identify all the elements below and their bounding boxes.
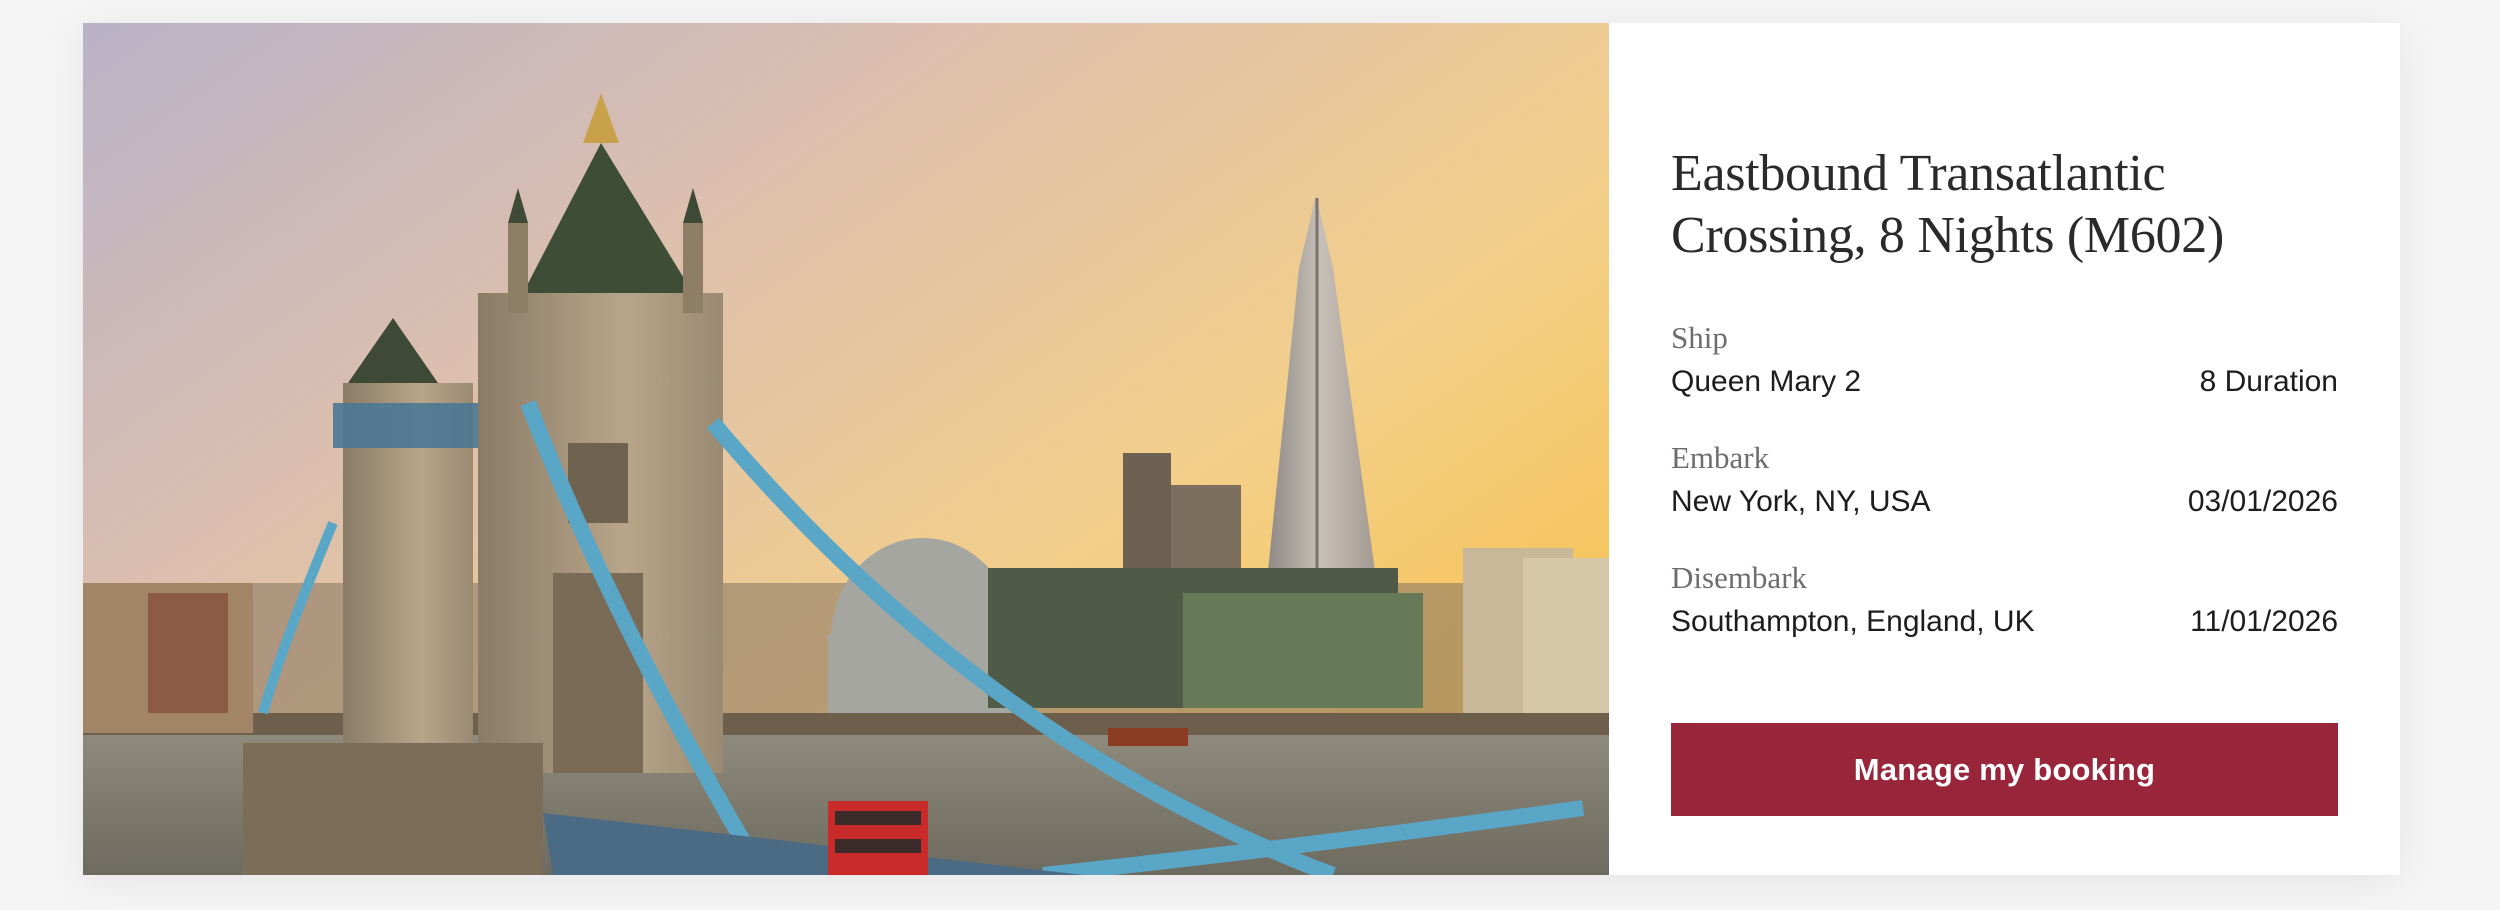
ship-value: Queen Mary 2 [1671, 365, 1862, 398]
duration-value: 8 Duration [2199, 365, 2338, 398]
ship-row: Queen Mary 2 8 Duration [1671, 363, 2338, 401]
manage-booking-button[interactable]: Manage my booking [1671, 723, 2338, 816]
embark-value: New York, NY, USA [1671, 485, 1931, 518]
embark-date: 03/01/2026 [2187, 485, 2338, 518]
disembark-row: Southampton, England, UK 11/01/2026 [1671, 603, 2338, 641]
booking-details: Eastbound Transatlantic Crossing, 8 Nigh… [1609, 23, 2400, 875]
embark-field: Embark New York, NY, USA 03/01/2026 [1671, 439, 2338, 521]
booking-card: Eastbound Transatlantic Crossing, 8 Nigh… [83, 23, 2400, 875]
embark-label: Embark [1671, 440, 1770, 475]
disembark-field: Disembark Southampton, England, UK 11/01… [1671, 559, 2338, 641]
disembark-value: Southampton, England, UK [1671, 605, 2035, 638]
hero-image [83, 23, 1609, 875]
disembark-label: Disembark [1671, 560, 1808, 595]
disembark-date: 11/01/2026 [2190, 605, 2338, 638]
cruise-title: Eastbound Transatlantic Crossing, 8 Nigh… [1671, 145, 2224, 264]
ship-label: Ship [1671, 320, 1728, 355]
ship-field: Ship Queen Mary 2 8 Duration [1671, 319, 2338, 401]
tower-bridge-photo [83, 23, 1609, 875]
embark-row: New York, NY, USA 03/01/2026 [1671, 483, 2338, 521]
